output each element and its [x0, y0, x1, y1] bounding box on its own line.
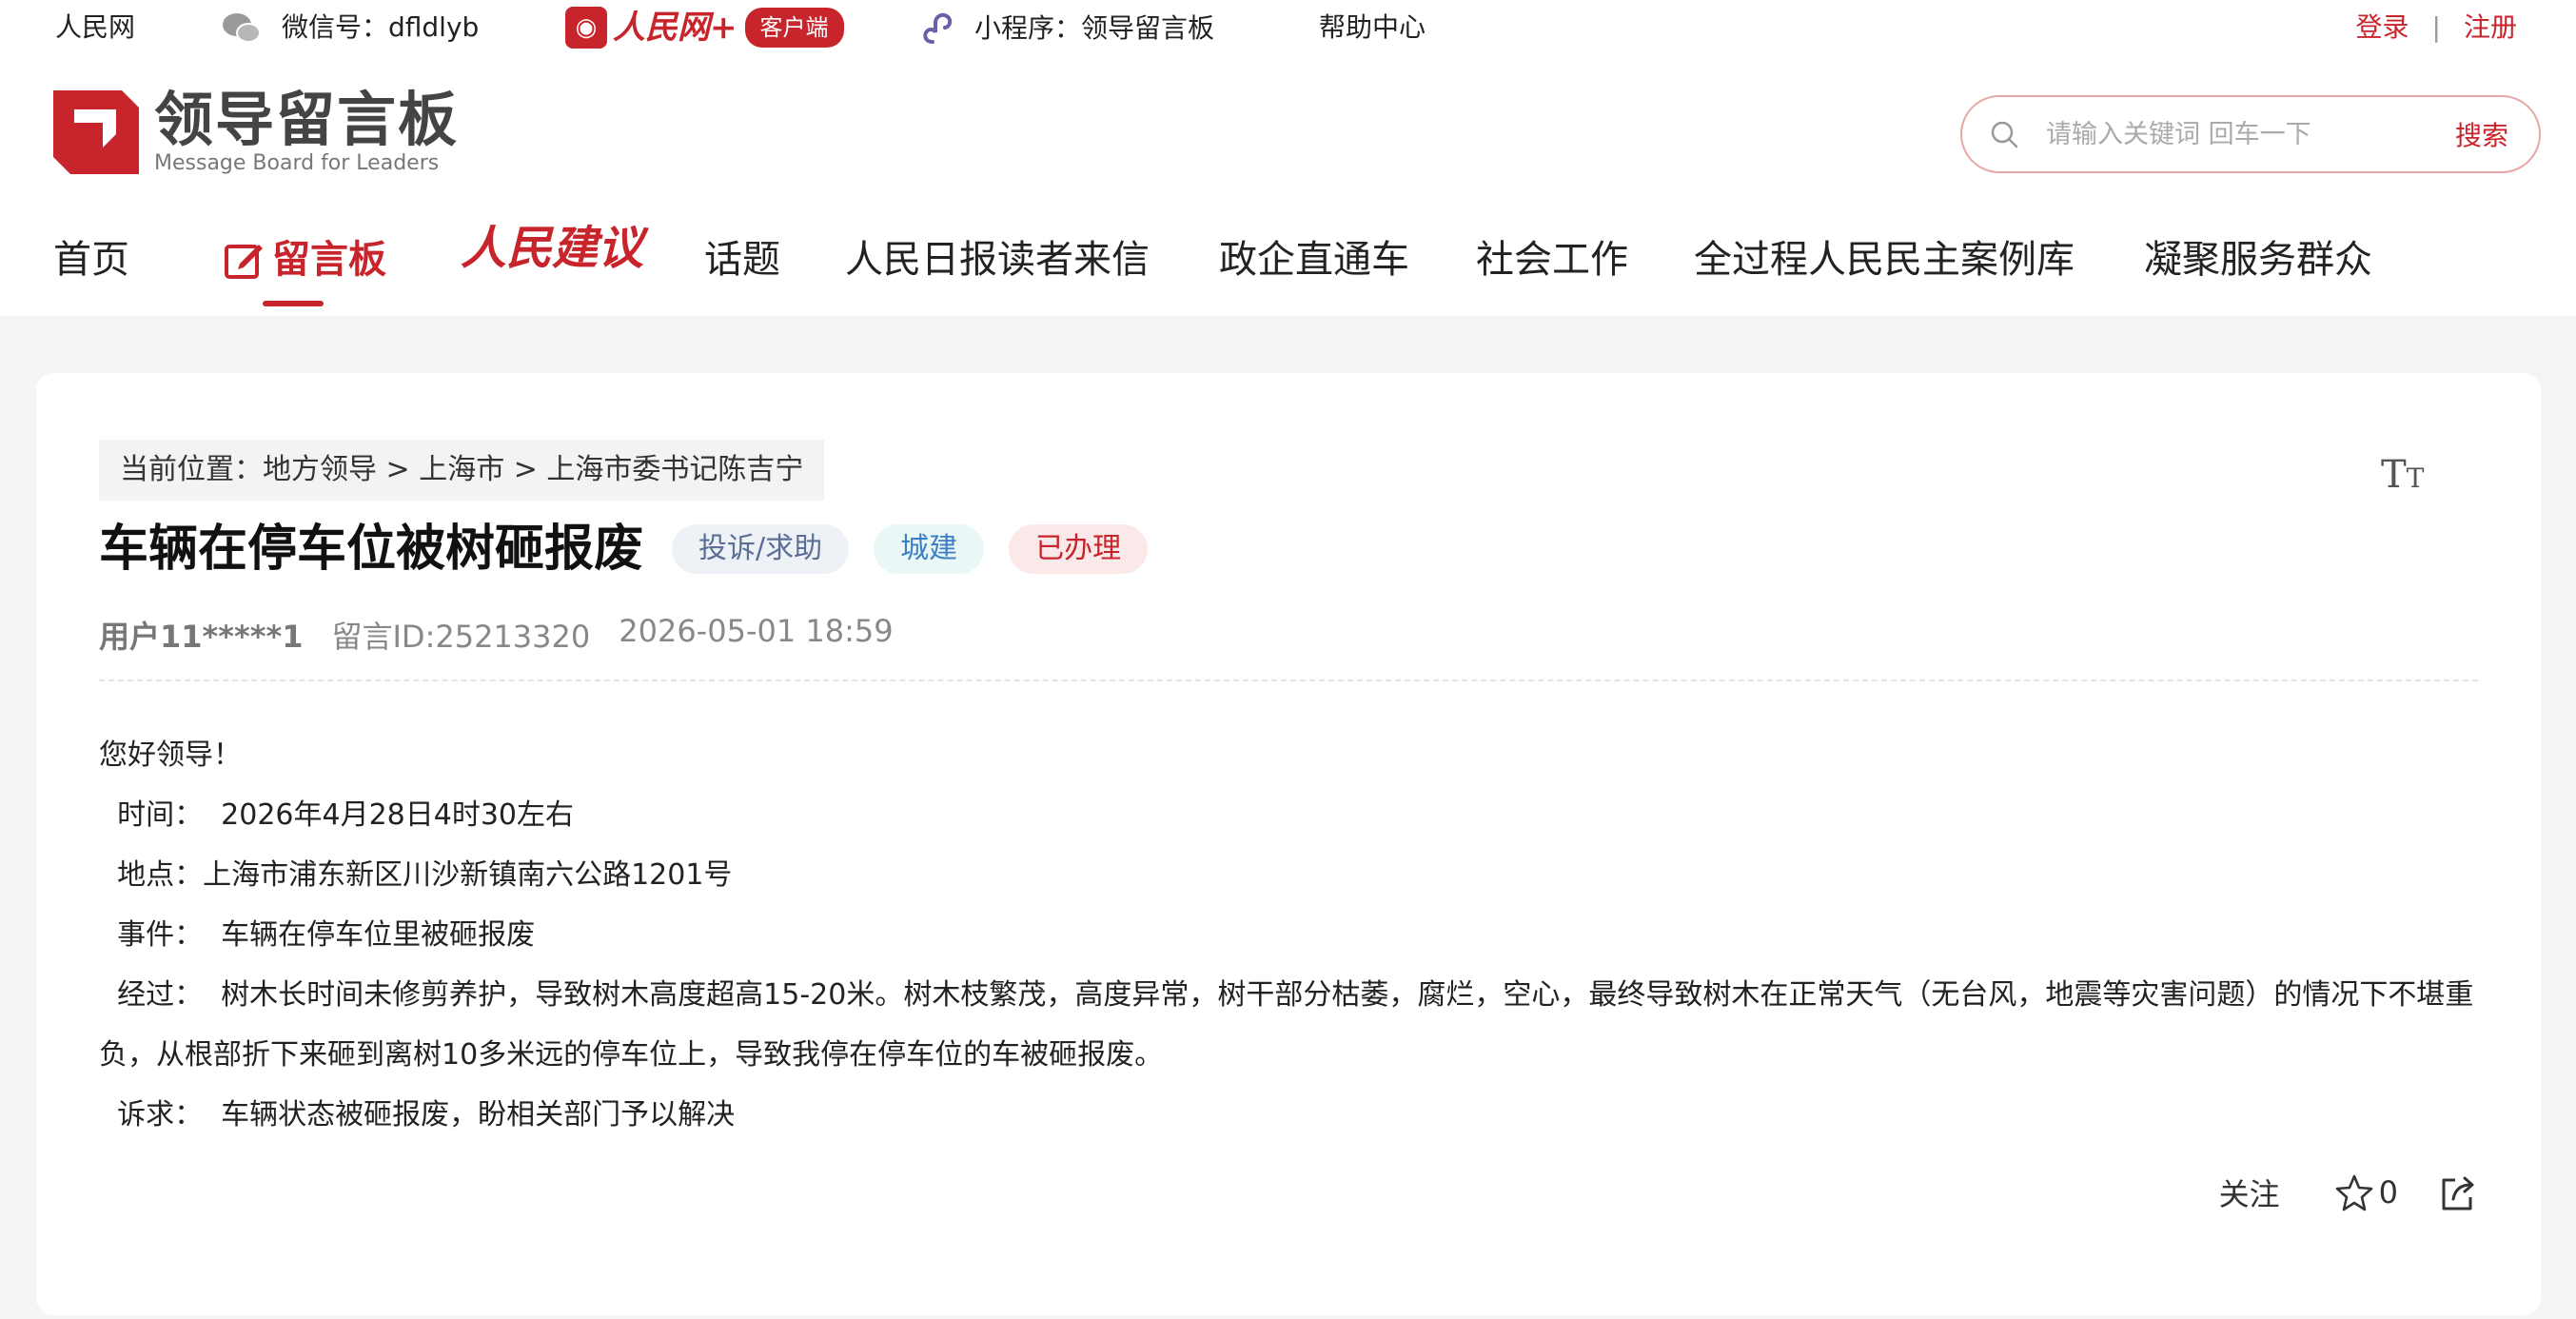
register-link[interactable]: 注册: [2464, 10, 2517, 46]
star-icon: [2335, 1174, 2372, 1211]
auth-separator: |: [2431, 11, 2441, 43]
client-badge: 客户端: [744, 8, 844, 48]
nav-social-work[interactable]: 社会工作: [1476, 236, 1628, 284]
mini-program-icon: [923, 12, 953, 44]
message-id: 留言ID:25213320: [331, 619, 591, 655]
peoples-app-icon: ◉: [565, 7, 607, 49]
top-bar: 人民网 微信号：dfldlyb ◉ 人民网+ 客户端 小程序：领导留言板 帮助中…: [0, 0, 2576, 55]
site-header: 领导留言板 Message Board for Leaders 搜索: [0, 55, 2576, 187]
breadcrumb[interactable]: 当前位置：地方领导 > 上海市 > 上海市委书记陈吉宁: [99, 440, 825, 501]
nav-readers-letters[interactable]: 人民日报读者来信: [845, 236, 1150, 284]
content-request: 诉求： 车辆状态被砸报废，盼相关部门予以解决: [99, 1098, 736, 1132]
nav-message-board-label: 留言板: [272, 238, 386, 282]
tag-category: 投诉/求助: [672, 524, 850, 574]
nav-democracy-cases[interactable]: 全过程人民民主案例库: [1694, 236, 2075, 284]
message-actions: 关注 0: [2219, 1171, 2478, 1214]
search-box: 搜索: [1960, 95, 2541, 173]
people-net-link[interactable]: 人民网: [55, 10, 135, 46]
search-input[interactable]: [2046, 119, 2427, 149]
nav-gov-business[interactable]: 政企直通车: [1219, 236, 1409, 284]
content-details: 经过： 树木长时间未修剪养护，导致树木高度超高15-20米。树木枝繁茂，高度异常…: [99, 978, 2474, 1072]
status-badge: 已办理: [1009, 524, 1149, 574]
wechat-icon: [223, 11, 261, 44]
peoples-app-name: 人民网+: [613, 9, 737, 47]
nav-home[interactable]: 首页: [53, 236, 129, 284]
mini-program-link[interactable]: 小程序：领导留言板: [919, 10, 1214, 48]
site-logo[interactable]: 领导留言板 Message Board for Leaders: [53, 89, 459, 175]
help-center-link[interactable]: 帮助中心: [1319, 10, 1426, 46]
page-title: 车辆在停车位被树砸报废: [99, 521, 644, 578]
message-card: 当前位置：地方领导 > 上海市 > 上海市委书记陈吉宁 TT 车辆在停车位被树砸…: [36, 373, 2541, 1315]
search-icon: [1991, 121, 2018, 148]
share-icon[interactable]: [2438, 1172, 2478, 1212]
font-size-icon[interactable]: TT: [2381, 453, 2424, 497]
favorite-button[interactable]: 0: [2335, 1173, 2398, 1211]
logo-mark-icon: [53, 90, 139, 174]
tag-field: 城建: [874, 524, 985, 574]
peoples-app-link[interactable]: ◉ 人民网+ 客户端: [565, 5, 844, 50]
title-row: 车辆在停车位被树砸报废 投诉/求助 城建 已办理: [99, 516, 1149, 582]
content-location: 地点：上海市浦东新区川沙新镇南六公路1201号: [99, 858, 733, 892]
logo-text: 领导留言板 Message Board for Leaders: [154, 89, 459, 175]
mini-program-label: 小程序：领导留言板: [974, 12, 1215, 44]
main-nav: 首页 留言板 人民建议 话题 人民日报读者来信 政企直通车 社会工作 全过程人民…: [0, 187, 2576, 316]
edit-icon: [225, 245, 263, 279]
login-link[interactable]: 登录: [2356, 10, 2409, 46]
favorite-count: 0: [2378, 1174, 2398, 1211]
message-datetime: 2026-05-01 18:59: [619, 613, 894, 649]
nav-people-suggestions[interactable]: 人民建议: [461, 225, 643, 272]
search-button[interactable]: 搜索: [2455, 115, 2508, 153]
content-time: 时间： 2026年4月28日4时30左右: [99, 798, 575, 832]
follow-button[interactable]: 关注: [2219, 1171, 2280, 1214]
nav-message-board[interactable]: 留言板: [223, 236, 386, 306]
nav-serve-people[interactable]: 凝聚服务群众: [2144, 236, 2372, 284]
wechat-label: 微信号：dfldlyb: [282, 11, 480, 43]
active-nav-indicator: [263, 301, 324, 306]
peoples-app-logo: ◉ 人民网+ 客户端: [565, 5, 844, 50]
message-meta: 用户11*****1 留言ID:25213320 2026-05-01 18:5…: [99, 613, 894, 657]
logo-title: 领导留言板: [154, 85, 460, 154]
content-event: 事件： 车辆在停车位里被砸报废: [99, 918, 536, 952]
divider: [99, 679, 2478, 681]
logo-subtitle: Message Board for Leaders: [154, 151, 440, 175]
message-content: 您好领导！ 时间： 2026年4月28日4时30左右 地点：上海市浦东新区川沙新…: [99, 725, 2478, 1145]
nav-topics[interactable]: 话题: [704, 236, 780, 284]
auth-links: 登录 | 注册: [2356, 10, 2517, 46]
content-greeting: 您好领导！: [99, 738, 242, 772]
author-name: 用户11*****1: [99, 619, 304, 655]
wechat-account[interactable]: 微信号：dfldlyb: [223, 10, 479, 46]
